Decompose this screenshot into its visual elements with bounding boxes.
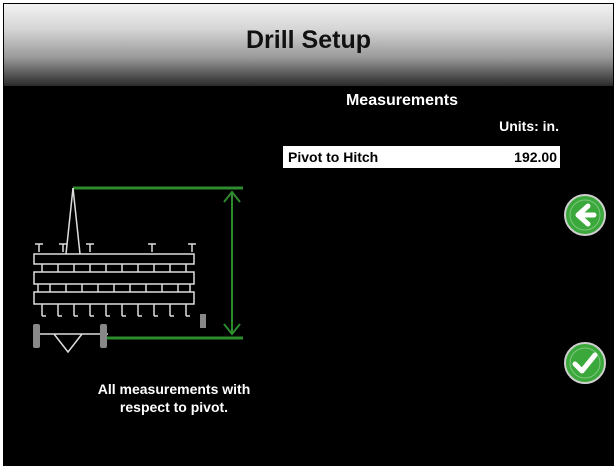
measurement-label: Pivot to Hitch — [288, 149, 379, 165]
units-label: Units: in. — [499, 118, 559, 134]
measurements-heading: Measurements — [345, 92, 459, 109]
back-button[interactable] — [564, 194, 606, 236]
drill-diagram — [33, 186, 243, 354]
measurement-row-pivot-to-hitch[interactable]: Pivot to Hitch 192.00 — [283, 146, 560, 168]
title-bar: Drill Setup — [4, 4, 613, 86]
page-title: Drill Setup — [245, 26, 371, 54]
confirm-button[interactable] — [564, 342, 606, 384]
screen-frame: Drill Setup Measurements Units: in. Pivo… — [3, 3, 614, 466]
arrow-left-icon — [564, 194, 606, 236]
pivot-note-line2: respect to pivot. — [119, 399, 229, 415]
checkmark-icon — [564, 342, 606, 384]
measurement-value-field[interactable]: 192.00 — [514, 149, 557, 165]
pivot-note-line1: All measurements with — [97, 381, 251, 397]
pivot-note: All measurements with respect to pivot. — [64, 380, 284, 416]
